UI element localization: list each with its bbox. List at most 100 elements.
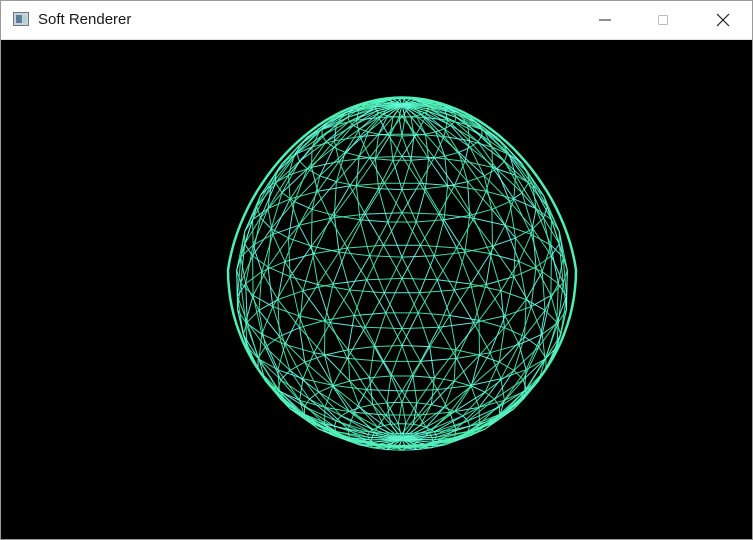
minimize-button[interactable] — [576, 1, 634, 39]
mesh-edge — [324, 283, 334, 321]
mesh-edge — [436, 247, 458, 281]
mesh-edge — [356, 185, 379, 190]
mesh-edge — [333, 185, 357, 216]
mesh-edge — [258, 299, 279, 311]
mesh-edge — [433, 219, 445, 256]
mesh-edge — [473, 322, 491, 353]
mesh-edge — [513, 238, 516, 277]
mesh-edge — [401, 182, 421, 213]
mesh-edge — [374, 345, 403, 348]
mesh-edge — [524, 336, 539, 348]
mesh-edge — [431, 404, 445, 408]
title-bar[interactable]: Soft Renderer — [1, 1, 752, 40]
mesh-edge — [489, 344, 520, 354]
mesh-edge — [261, 271, 279, 300]
mesh-edge — [410, 159, 426, 189]
mesh-edge — [401, 345, 414, 377]
mesh-edge — [304, 361, 320, 393]
mesh-edge — [434, 251, 466, 257]
mesh-edge — [332, 385, 350, 412]
mesh-edge — [365, 212, 403, 215]
mesh-edge — [317, 185, 350, 192]
mesh-edge — [450, 124, 479, 143]
mesh-edge — [464, 251, 487, 285]
mesh-edge — [467, 420, 471, 427]
mesh-edge — [424, 188, 445, 221]
mesh-edge — [401, 155, 435, 159]
mesh-edge — [366, 277, 403, 281]
mesh-edge — [355, 156, 360, 187]
mesh-edge — [364, 213, 384, 246]
mesh-edge — [405, 423, 414, 425]
mesh-edge — [401, 212, 439, 215]
mesh-edge — [449, 315, 457, 350]
mesh-edge — [329, 185, 351, 219]
mesh-edge — [257, 346, 266, 359]
mesh-edge — [438, 326, 458, 359]
mesh-edge — [340, 410, 350, 417]
mesh-edge — [369, 255, 385, 293]
mesh-edge — [518, 261, 527, 300]
mesh-edge — [416, 219, 445, 223]
mesh-edge — [443, 124, 451, 130]
mesh-edge — [392, 160, 403, 190]
mesh-edge — [538, 346, 547, 359]
mesh-edge — [489, 253, 502, 291]
mesh-edge — [419, 157, 435, 184]
mesh-edge — [346, 358, 368, 390]
mesh-edge — [272, 306, 300, 317]
mesh-edge — [397, 402, 403, 424]
mesh-edge — [333, 279, 367, 285]
maximize-button[interactable] — [634, 1, 692, 39]
mesh-edge — [324, 320, 326, 356]
mesh-edge — [382, 114, 388, 117]
mesh-edge — [372, 402, 388, 406]
mesh-edge — [364, 292, 385, 328]
mesh-edge — [347, 357, 384, 362]
mesh-edge — [366, 244, 384, 281]
mesh-edge — [386, 375, 392, 403]
mesh-edge — [419, 292, 440, 328]
mesh-edge — [353, 124, 361, 130]
mesh-edge — [425, 407, 445, 428]
mesh-edge — [443, 136, 466, 162]
mesh-edge — [359, 188, 380, 221]
mesh-edge — [401, 134, 417, 157]
mesh-edge — [369, 375, 392, 379]
mesh-edge — [412, 375, 418, 403]
mesh-edge — [401, 221, 417, 258]
mesh-edge — [434, 349, 457, 379]
mesh-edge — [277, 299, 280, 337]
mesh-edge — [521, 192, 534, 229]
mesh-edge — [484, 361, 500, 393]
mesh-edge — [359, 404, 373, 408]
mesh-edge — [504, 225, 520, 262]
mesh-edge — [438, 289, 455, 328]
mesh-edge — [453, 185, 475, 219]
mesh-edge — [298, 191, 319, 226]
mesh-edge — [401, 278, 419, 314]
mesh-edge — [524, 299, 527, 337]
mesh-edge — [364, 326, 384, 362]
mesh-edge — [433, 255, 455, 291]
mesh-edge — [401, 312, 419, 346]
mesh-edge — [365, 326, 403, 330]
mesh-edge — [401, 401, 418, 404]
mesh-edge — [359, 407, 385, 426]
mesh-edge — [369, 155, 403, 159]
mesh-edge — [389, 135, 403, 137]
mesh-edge — [518, 261, 543, 273]
mesh-edge — [401, 277, 438, 281]
mesh-edge — [333, 215, 340, 253]
mesh-edge — [454, 185, 487, 192]
mesh-edge — [420, 326, 440, 362]
window-app-icon — [13, 12, 29, 26]
mesh-edge — [456, 218, 475, 249]
mesh-edge — [347, 349, 370, 379]
mesh-edge — [346, 247, 368, 281]
mesh-edge — [494, 399, 524, 423]
mesh-edge — [416, 402, 432, 406]
mesh-edge — [359, 407, 379, 428]
render-viewport[interactable] — [1, 40, 752, 539]
close-button[interactable] — [694, 1, 752, 39]
